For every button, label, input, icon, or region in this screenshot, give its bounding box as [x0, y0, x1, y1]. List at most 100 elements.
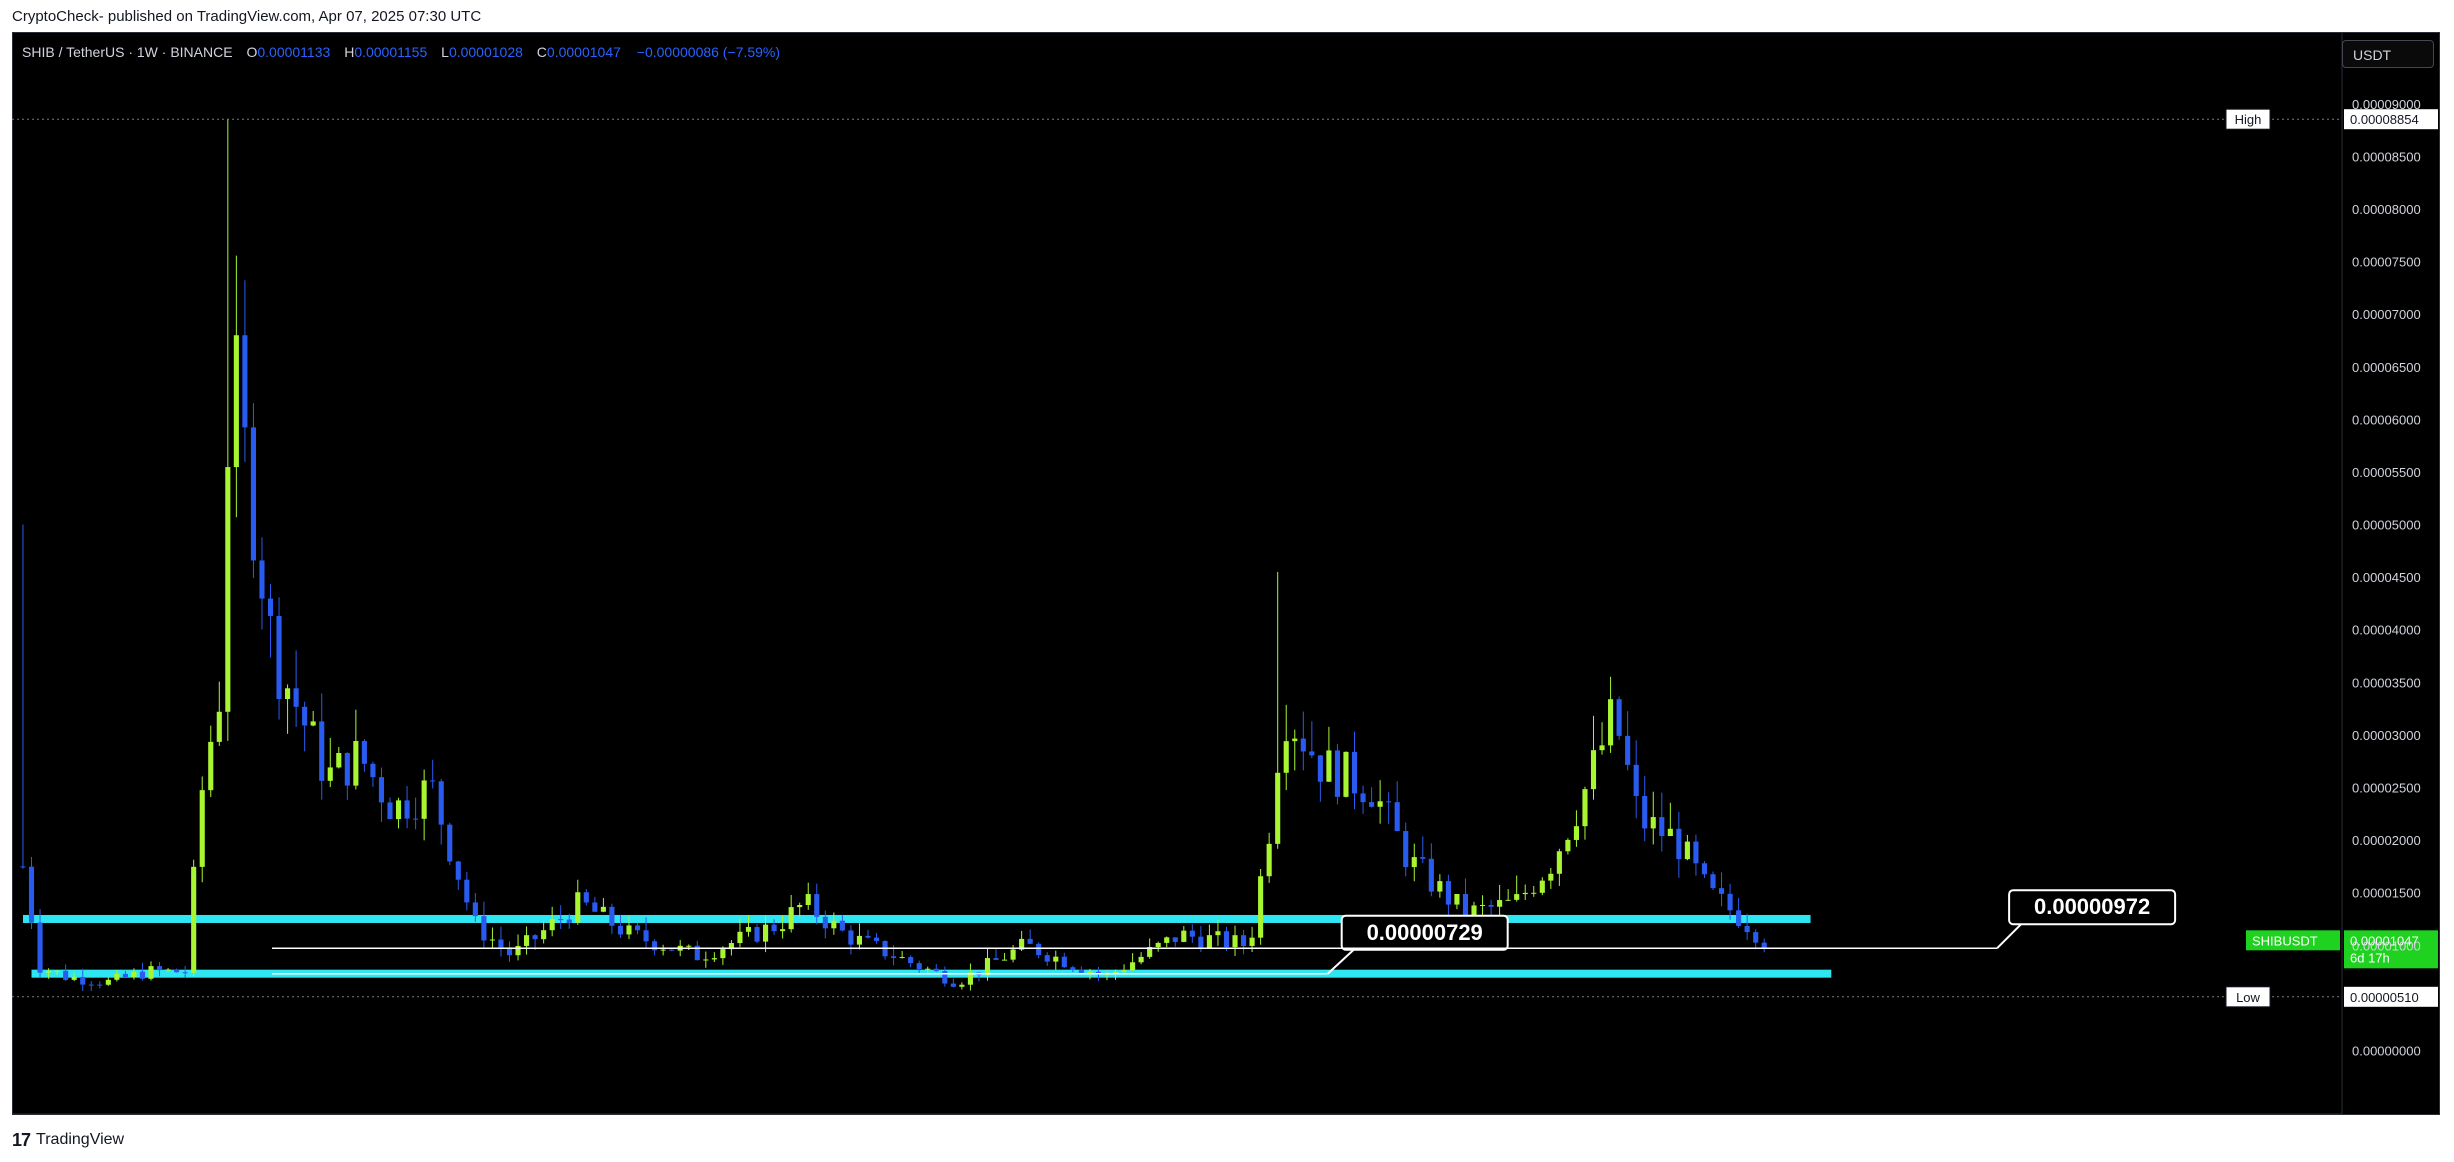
candle-body: [1522, 892, 1528, 895]
candle-body: [267, 598, 274, 616]
open-value: 0.00001133: [257, 44, 331, 60]
candle-body: [1599, 745, 1605, 751]
candle-body: [319, 721, 325, 781]
candle-body: [1531, 892, 1537, 894]
price-axis[interactable]: 0.00009000 0.00008500 0.00008000 0.00007500…: [2341, 32, 2421, 1115]
candle-body: [1258, 876, 1264, 938]
candle-body: [541, 930, 547, 940]
candle-body: [1061, 956, 1067, 968]
candle-body: [1582, 789, 1588, 827]
candle-body: [933, 968, 939, 972]
annotations: High 0.00008854 Low 0.00000510 0.00000729 0.0…: [12, 108, 2438, 1008]
candle-body: [558, 919, 564, 921]
candle-body: [1505, 899, 1511, 901]
candle-body: [37, 922, 43, 973]
candle-body: [984, 958, 991, 976]
candle-body: [1394, 802, 1400, 832]
candle-body: [1181, 930, 1187, 942]
candle-body: [464, 879, 470, 903]
close-value: 0.00001047: [546, 44, 621, 60]
candle-body: [1232, 935, 1238, 948]
candle-body: [1130, 962, 1136, 971]
candle-body: [1292, 738, 1298, 742]
candle-body: [242, 335, 248, 428]
support-zone: [22, 914, 1811, 923]
candle-body: [950, 983, 956, 987]
candle-body: [797, 905, 803, 908]
candle-body: [1164, 937, 1170, 943]
candle-body: [592, 902, 598, 912]
candle-body: [498, 939, 504, 948]
candle-body: [1633, 764, 1639, 796]
candle-body: [1300, 738, 1306, 752]
candle-body: [532, 935, 538, 940]
candle-body: [46, 970, 52, 973]
candle-body: [174, 969, 180, 973]
candle-body: [1693, 841, 1699, 864]
candle-body: [1462, 893, 1469, 919]
candle-body: [839, 920, 845, 931]
symbol-label[interactable]: SHIB / TetherUS · 1W · BINANCE: [22, 44, 233, 60]
candle-body: [225, 467, 231, 712]
candle-body: [199, 790, 205, 867]
candle-body: [1070, 967, 1076, 970]
candle-body: [626, 925, 632, 935]
candle-body: [583, 892, 589, 903]
candle-body: [1590, 750, 1597, 790]
currency-button[interactable]: USDT: [2342, 40, 2434, 68]
candle-body: [165, 969, 171, 971]
candle-body: [831, 920, 837, 929]
price-tick-label: 0.00000000: [2352, 1043, 2421, 1058]
last-price-symbol-label: SHIBUSDT: [2252, 933, 2318, 948]
candle-body: [395, 800, 402, 820]
price-tick-label: 0.00007000: [2352, 307, 2421, 322]
candle-body: [1437, 881, 1443, 892]
candle-body: [1539, 880, 1545, 893]
candle-body: [438, 781, 444, 825]
candle-body: [1667, 828, 1673, 837]
candle-body: [1479, 904, 1486, 906]
candle-body: [1684, 841, 1690, 860]
price-tick-label: 0.00002000: [2352, 833, 2421, 848]
candle-body: [344, 752, 350, 786]
callout-label: 0.00000972: [2034, 894, 2150, 919]
candle-body: [122, 973, 128, 978]
candle-body: [20, 866, 26, 868]
price-tick-label: 0.00008500: [2352, 149, 2421, 164]
candle-body: [720, 949, 726, 959]
price-chart[interactable]: High 0.00008854 Low 0.00000510 0.00000729 0.0…: [12, 32, 2440, 1115]
candle-body: [1249, 937, 1255, 946]
candle-body: [1625, 735, 1631, 765]
candle-body: [472, 902, 478, 917]
candle-body: [1718, 888, 1725, 894]
candle-body: [1744, 925, 1750, 933]
brand-label[interactable]: TradingView: [36, 1131, 124, 1149]
time-axis[interactable]: JulSep2022MarJulSep2023MarJulSep2024MarJ…: [12, 1113, 2342, 1115]
candle-body: [430, 780, 436, 782]
callout-pointer: [1996, 923, 2022, 949]
candle-body: [643, 930, 649, 942]
candle-body: [1078, 969, 1084, 974]
candle-body: [455, 861, 461, 880]
candle-body: [1283, 741, 1289, 773]
candle-body: [1676, 828, 1682, 860]
candles: [20, 119, 1767, 991]
price-tick-label: 0.00002500: [2352, 781, 2421, 796]
ohlc-legend: SHIB / TetherUS · 1W · BINANCE O0.000011…: [22, 44, 780, 60]
candle-body: [524, 935, 530, 946]
candle-body: [1616, 699, 1622, 736]
candle-body: [959, 984, 965, 987]
candle-body: [549, 919, 555, 931]
candle-body: [891, 956, 897, 958]
price-tick-label: 0.00004500: [2352, 570, 2421, 585]
candle-body: [353, 740, 359, 786]
tradingview-logo-icon[interactable]: 17: [12, 1130, 31, 1151]
candle-body: [1198, 936, 1204, 948]
price-tick-label: 0.00003000: [2352, 728, 2421, 743]
price-tick-label: 0.00008000: [2352, 202, 2421, 217]
candle-body: [1548, 873, 1554, 881]
low-badge-label: Low: [2236, 990, 2260, 1005]
candle-body: [1454, 893, 1460, 905]
candle-body: [1497, 900, 1503, 907]
candle-body: [182, 972, 188, 974]
